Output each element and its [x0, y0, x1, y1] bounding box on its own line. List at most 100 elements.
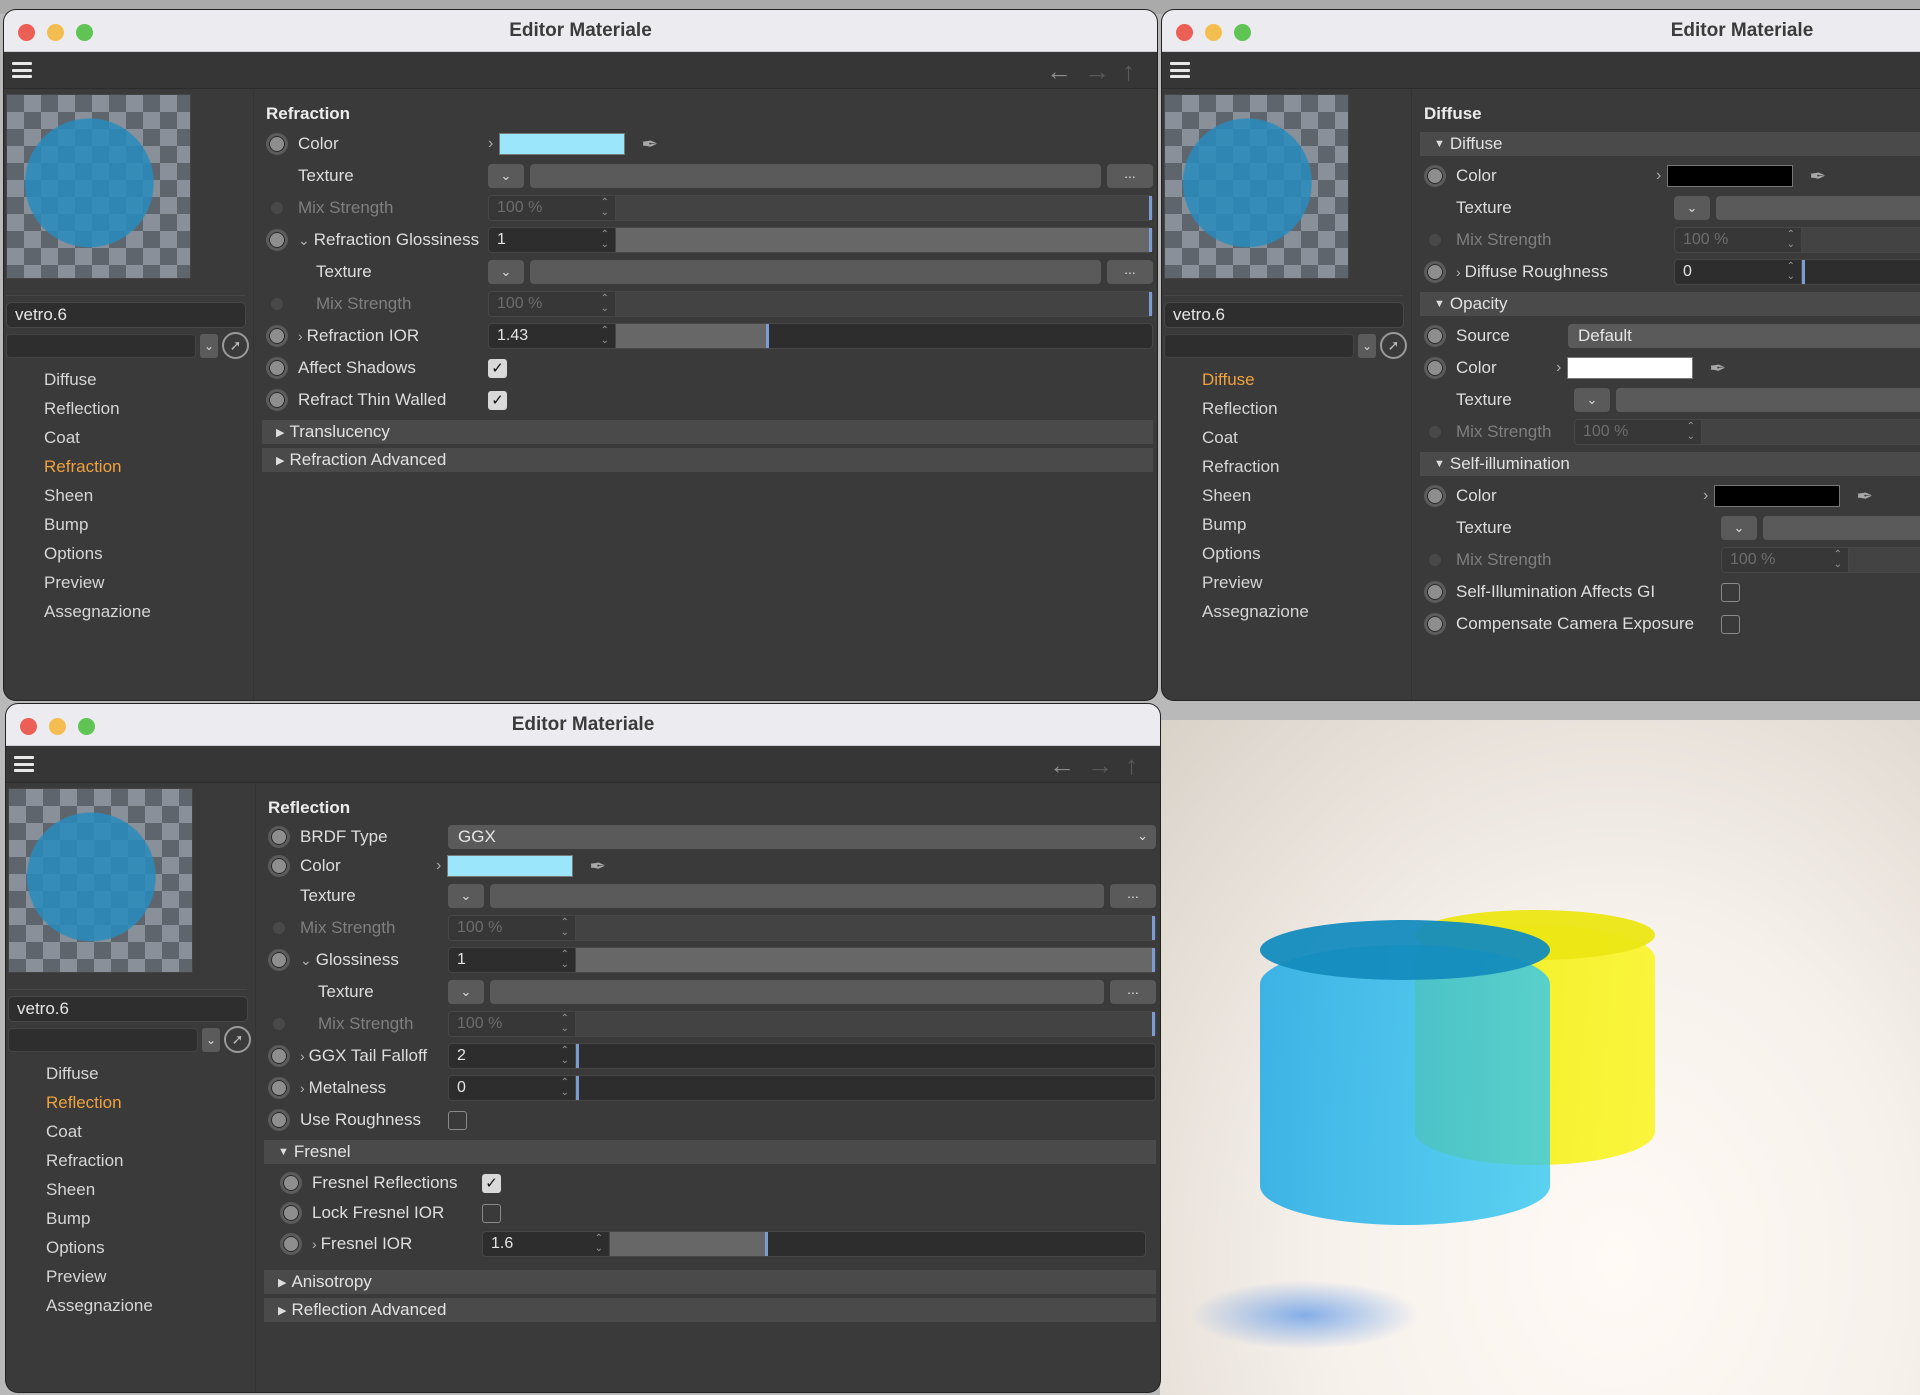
- forward-arrow-icon[interactable]: →: [1084, 56, 1110, 87]
- group-self-illumination[interactable]: ▼ Self-illumination: [1420, 452, 1920, 476]
- mix-strength-input[interactable]: 100 % ⌃ ⌄: [1721, 547, 1849, 573]
- collapse-chevron-icon[interactable]: ⌄: [300, 952, 312, 968]
- texture-field[interactable]: [1716, 196, 1920, 220]
- glossiness-slider[interactable]: [576, 947, 1156, 973]
- animate-toggle[interactable]: [268, 949, 290, 971]
- sidebar-item-diffuse[interactable]: Diffuse: [8, 1059, 255, 1088]
- back-arrow-icon[interactable]: ←: [1046, 56, 1072, 87]
- animate-toggle[interactable]: [280, 1233, 302, 1255]
- expand-chevron-icon[interactable]: ›: [488, 135, 493, 153]
- texture-dropdown[interactable]: ⌄: [1674, 196, 1710, 220]
- texture-dropdown[interactable]: ⌄: [1721, 516, 1757, 540]
- group-anisotropy[interactable]: ▶ Anisotropy: [264, 1270, 1156, 1294]
- material-name-field[interactable]: vetro.6: [8, 996, 248, 1022]
- sidebar-item-options[interactable]: Options: [6, 539, 253, 568]
- sidebar-item-reflection[interactable]: Reflection: [8, 1088, 255, 1117]
- sidebar-item-refraction[interactable]: Refraction: [1164, 452, 1411, 481]
- pick-cursor-icon[interactable]: ➚: [222, 332, 249, 359]
- refraction-glossiness-input[interactable]: 1 ⌃ ⌄: [488, 227, 616, 253]
- animate-toggle[interactable]: [268, 1109, 290, 1131]
- texture-dropdown[interactable]: ⌄: [488, 164, 524, 188]
- fresnel-ior-input[interactable]: 1.6 ⌃ ⌄: [482, 1231, 610, 1257]
- animate-toggle[interactable]: [1424, 613, 1446, 635]
- animate-toggle[interactable]: [1424, 485, 1446, 507]
- texture-field[interactable]: [490, 884, 1104, 908]
- sidebar-item-coat[interactable]: Coat: [1164, 423, 1411, 452]
- animate-toggle[interactable]: [280, 1172, 302, 1194]
- mix-strength-input[interactable]: 100 % ⌃ ⌄: [488, 195, 616, 221]
- metalness-input[interactable]: 0 ⌃ ⌄: [448, 1075, 576, 1101]
- mix-strength-slider[interactable]: [616, 195, 1153, 221]
- brdf-type-select[interactable]: GGX ⌄: [448, 825, 1156, 849]
- sidebar-item-sheen[interactable]: Sheen: [6, 481, 253, 510]
- texture-field[interactable]: [530, 164, 1101, 188]
- animate-toggle[interactable]: [1424, 165, 1446, 187]
- sidebar-item-sheen[interactable]: Sheen: [8, 1175, 255, 1204]
- animate-toggle[interactable]: [268, 1077, 290, 1099]
- mix-strength-input[interactable]: 100 % ⌃ ⌄: [1674, 227, 1802, 253]
- sidebar-item-bump[interactable]: Bump: [1164, 510, 1411, 539]
- mix-strength-slider[interactable]: [616, 291, 1153, 317]
- expand-chevron-icon[interactable]: ›: [1556, 359, 1561, 377]
- filter-input[interactable]: [6, 333, 196, 358]
- animate-toggle[interactable]: [266, 357, 288, 379]
- material-name-field[interactable]: vetro.6: [1164, 302, 1404, 328]
- mix-strength-slider[interactable]: [1802, 227, 1920, 253]
- texture-more-button[interactable]: ...: [1107, 260, 1153, 284]
- opacity-source-select[interactable]: Default: [1568, 324, 1920, 348]
- texture-field[interactable]: [490, 980, 1104, 1004]
- eyedropper-icon[interactable]: ✒: [589, 854, 606, 879]
- group-diffuse[interactable]: ▼ Diffuse: [1420, 132, 1920, 156]
- filter-input[interactable]: [1164, 333, 1354, 358]
- menu-icon[interactable]: [14, 756, 34, 772]
- mix-strength-input[interactable]: 100 % ⌃ ⌄: [448, 1011, 576, 1037]
- sidebar-item-refraction[interactable]: Refraction: [6, 452, 253, 481]
- forward-arrow-icon[interactable]: →: [1087, 750, 1113, 781]
- eyedropper-icon[interactable]: ✒: [1856, 484, 1873, 509]
- affect-shadows-checkbox[interactable]: ✓: [488, 358, 507, 378]
- sidebar-item-diffuse[interactable]: Diffuse: [6, 365, 253, 394]
- sidebar-item-assegnazione[interactable]: Assegnazione: [8, 1291, 255, 1320]
- expand-chevron-icon[interactable]: ›: [298, 328, 303, 344]
- pick-cursor-icon[interactable]: ➚: [224, 1026, 251, 1053]
- animate-toggle[interactable]: [1424, 261, 1446, 283]
- group-fresnel[interactable]: ▼ Fresnel: [264, 1140, 1156, 1164]
- sidebar-item-refraction[interactable]: Refraction: [8, 1146, 255, 1175]
- sidebar-item-bump[interactable]: Bump: [6, 510, 253, 539]
- texture-field[interactable]: [1763, 516, 1920, 540]
- diffuse-roughness-input[interactable]: 0 ⌃ ⌄: [1674, 259, 1802, 285]
- color-swatch[interactable]: [1667, 165, 1794, 187]
- eyedropper-icon[interactable]: ✒: [1709, 356, 1726, 381]
- group-opacity[interactable]: ▼ Opacity: [1420, 292, 1920, 316]
- mix-strength-slider[interactable]: [1702, 419, 1920, 445]
- animate-toggle[interactable]: [268, 855, 290, 877]
- sidebar-item-preview[interactable]: Preview: [1164, 568, 1411, 597]
- expand-chevron-icon[interactable]: ›: [1456, 264, 1461, 280]
- sidebar-item-options[interactable]: Options: [8, 1233, 255, 1262]
- back-arrow-icon[interactable]: ←: [1049, 750, 1075, 781]
- sidebar-item-options[interactable]: Options: [1164, 539, 1411, 568]
- ggx-tail-falloff-input[interactable]: 2 ⌃ ⌄: [448, 1043, 576, 1069]
- expand-chevron-icon[interactable]: ›: [1703, 487, 1708, 505]
- expand-chevron-icon[interactable]: ›: [300, 1080, 305, 1096]
- pick-cursor-icon[interactable]: ➚: [1380, 332, 1407, 359]
- sidebar-item-sheen[interactable]: Sheen: [1164, 481, 1411, 510]
- color-swatch[interactable]: [447, 855, 574, 877]
- glossiness-input[interactable]: 1 ⌃ ⌄: [448, 947, 576, 973]
- filter-dropdown[interactable]: ⌄: [200, 333, 218, 358]
- refraction-glossiness-slider[interactable]: [616, 227, 1153, 253]
- mix-strength-input[interactable]: 100 % ⌃ ⌄: [1574, 419, 1702, 445]
- color-swatch[interactable]: [1714, 485, 1841, 507]
- animate-toggle[interactable]: [266, 325, 288, 347]
- texture-field[interactable]: [1616, 388, 1920, 412]
- refraction-ior-input[interactable]: 1.43 ⌃ ⌄: [488, 323, 616, 349]
- group-refraction-advanced[interactable]: ▶ Refraction Advanced: [262, 448, 1153, 472]
- texture-dropdown[interactable]: ⌄: [1574, 388, 1610, 412]
- mix-strength-slider[interactable]: [1849, 547, 1920, 573]
- filter-dropdown[interactable]: ⌄: [202, 1027, 220, 1052]
- expand-chevron-icon[interactable]: ›: [300, 1048, 305, 1064]
- texture-dropdown[interactable]: ⌄: [448, 884, 484, 908]
- sidebar-item-preview[interactable]: Preview: [6, 568, 253, 597]
- menu-icon[interactable]: [1170, 62, 1190, 78]
- expand-chevron-icon[interactable]: ›: [1656, 167, 1661, 185]
